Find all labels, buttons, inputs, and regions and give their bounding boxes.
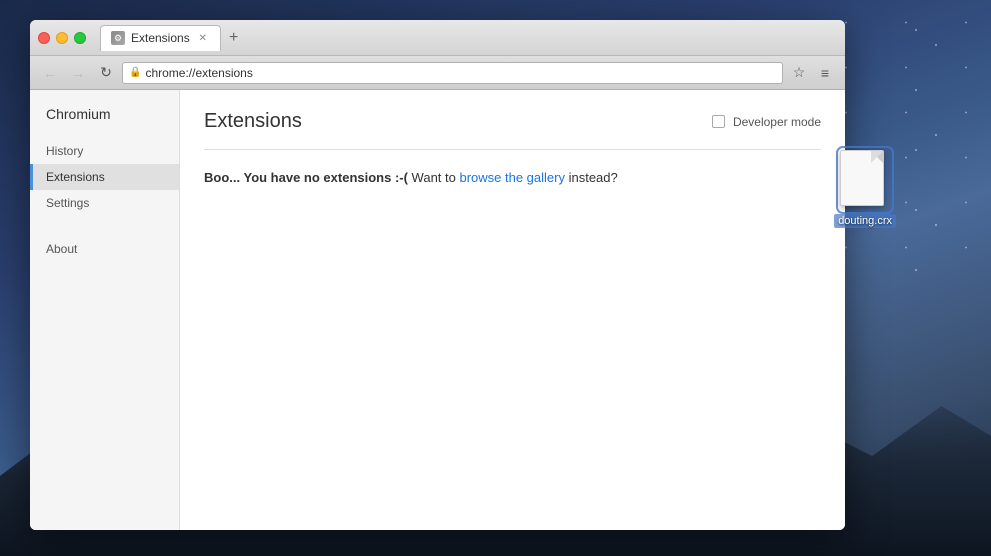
menu-button[interactable]: ≡ (813, 61, 837, 85)
empty-message-middle: Want to (408, 170, 460, 185)
browse-gallery-link[interactable]: browse the gallery (459, 170, 565, 185)
maximize-button[interactable] (74, 32, 86, 44)
empty-message-suffix: instead? (565, 170, 618, 185)
traffic-lights (38, 32, 86, 44)
sidebar-item-extensions-label: Extensions (46, 170, 105, 184)
forward-button[interactable]: → (66, 61, 90, 85)
address-bar[interactable]: 🔒 chrome://extensions (122, 62, 783, 84)
empty-message-text: Boo... You have no extensions :-( Want t… (204, 170, 618, 185)
sidebar-bottom-section: About (30, 236, 179, 262)
title-bar: ⚙ Extensions ✕ + (30, 20, 845, 56)
empty-message-prefix: Boo... You have no extensions :-( (204, 170, 408, 185)
developer-mode-control: Developer mode (712, 115, 821, 129)
sidebar-brand: Chromium (30, 106, 179, 138)
lock-icon: 🔒 (129, 67, 141, 78)
nav-bar: ← → ↻ 🔒 chrome://extensions ☆ ≡ (30, 56, 845, 90)
forward-icon: → (71, 65, 85, 81)
sidebar-item-settings-label: Settings (46, 196, 89, 210)
desktop-file-icon[interactable]: douting.crx (834, 150, 896, 228)
back-button[interactable]: ← (38, 61, 62, 85)
sidebar-item-history-label: History (46, 144, 83, 158)
tab-close-button[interactable]: ✕ (196, 31, 210, 45)
tab-label: Extensions (131, 31, 190, 45)
empty-extensions-message: Boo... You have no extensions :-( Want t… (204, 170, 821, 185)
new-tab-button[interactable]: + (221, 25, 247, 51)
sidebar-item-settings[interactable]: Settings (30, 190, 179, 216)
page-title: Extensions (204, 110, 302, 133)
crx-file-icon (840, 150, 890, 210)
sidebar: Chromium History Extensions Settings Abo… (30, 90, 180, 530)
bookmark-button[interactable]: ☆ (787, 61, 811, 85)
close-button[interactable] (38, 32, 50, 44)
reload-button[interactable]: ↻ (94, 61, 118, 85)
nav-actions: ☆ ≡ (787, 61, 837, 85)
minimize-button[interactable] (56, 32, 68, 44)
file-icon-body (840, 150, 884, 206)
tab-area: ⚙ Extensions ✕ + (100, 25, 837, 51)
bookmark-icon: ☆ (793, 64, 806, 81)
tab-extensions[interactable]: ⚙ Extensions ✕ (100, 25, 221, 51)
file-name-label: douting.crx (834, 214, 896, 228)
sidebar-item-about-label: About (46, 242, 77, 256)
sidebar-item-about[interactable]: About (30, 236, 179, 262)
main-content: Extensions Developer mode Boo... You hav… (180, 90, 845, 530)
page-header: Extensions Developer mode (204, 110, 821, 150)
sidebar-nav: History Extensions Settings About (30, 138, 179, 262)
tab-favicon: ⚙ (111, 31, 125, 45)
file-icon-fold (871, 151, 883, 163)
sidebar-item-history[interactable]: History (30, 138, 179, 164)
sidebar-item-extensions[interactable]: Extensions (30, 164, 179, 190)
content-area: Chromium History Extensions Settings Abo… (30, 90, 845, 530)
address-text: chrome://extensions (145, 66, 776, 80)
reload-icon: ↻ (100, 64, 112, 81)
menu-icon: ≡ (821, 65, 829, 81)
back-icon: ← (43, 65, 57, 81)
developer-mode-checkbox[interactable] (712, 115, 725, 128)
developer-mode-label: Developer mode (733, 115, 821, 129)
browser-window: ⚙ Extensions ✕ + ← → ↻ 🔒 chrome://extens… (30, 20, 845, 530)
